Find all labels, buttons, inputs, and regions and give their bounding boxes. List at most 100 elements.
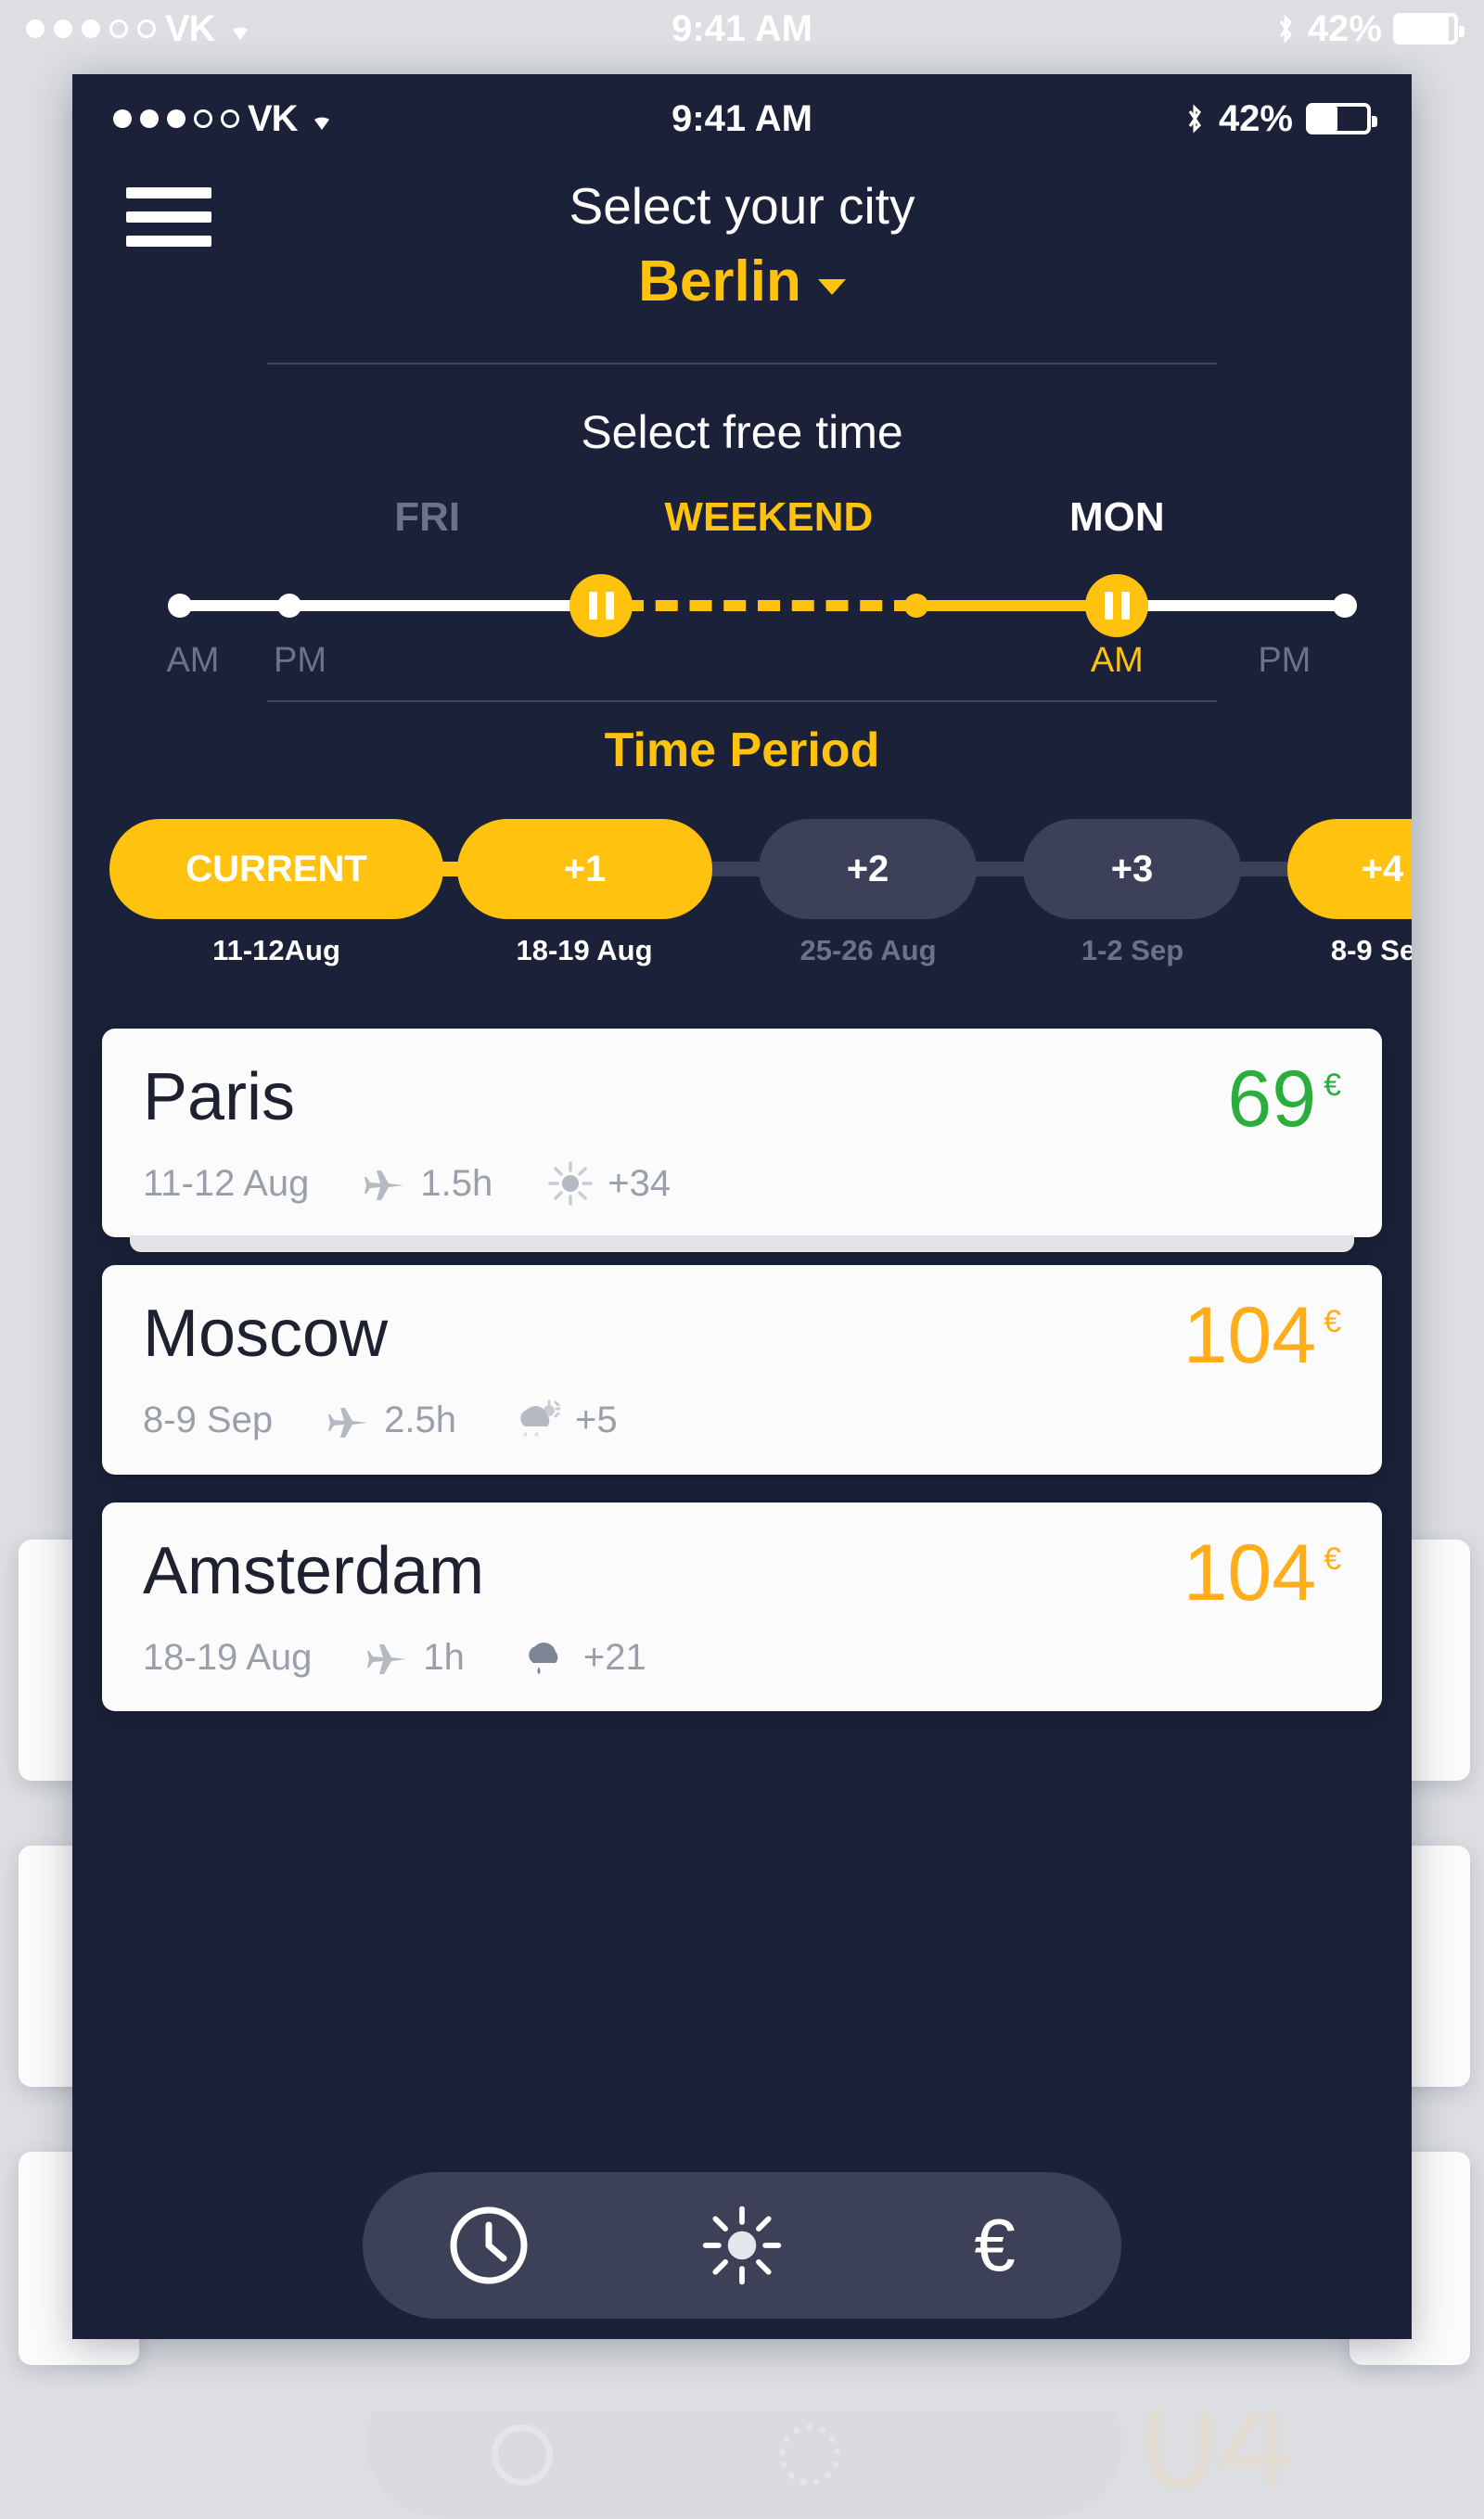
time-period-date-plus3: 1-2 Sep (1081, 934, 1184, 966)
ampm-label-left-pm: PM (273, 641, 326, 680)
card-top-row: Amsterdam 104 € (143, 1528, 1341, 1618)
signal-dot (26, 19, 45, 38)
battery-icon (1306, 103, 1377, 134)
bottom-toolbar: € (363, 2172, 1121, 2319)
destination-price: 104 (1183, 1291, 1317, 1381)
euro-icon: € (974, 2204, 1016, 2286)
slider-tick[interactable] (276, 594, 301, 618)
time-period-pill-plus4[interactable]: +4 (1287, 819, 1412, 919)
card-top-row: Paris 69 € (143, 1059, 1341, 1139)
time-period-title: Time Period (604, 723, 880, 777)
rain-cloud-icon (520, 1635, 569, 1680)
flight-duration: 2.5h (384, 1400, 456, 1441)
clock-icon (446, 2203, 531, 2288)
page-title: Select your city (569, 177, 915, 235)
slider-handle-start[interactable] (569, 574, 633, 637)
carrier-label: VK (248, 97, 299, 139)
slider-tick[interactable] (1332, 594, 1357, 618)
destination-city: Moscow (143, 1297, 389, 1372)
free-time-title: Select free time (581, 406, 903, 458)
wifi-icon (224, 17, 256, 41)
signal-dot (137, 19, 156, 38)
app-header: Select your city Berlin (72, 163, 1412, 314)
flight-duration: 1h (423, 1636, 465, 1678)
weather-group: +21 (520, 1635, 646, 1680)
ampm-label-right-am: AM (1090, 641, 1144, 680)
battery-percent-label: 42% (1218, 97, 1293, 139)
time-period-pill-current[interactable]: CURRENT (109, 819, 443, 919)
slider-tick[interactable] (167, 594, 192, 618)
chevron-down-icon (817, 279, 846, 295)
background-faded-strip: 04 (130, 2411, 1354, 2519)
divider (267, 700, 1217, 702)
destination-dates: 11-12 Aug (143, 1162, 310, 1204)
svg-text:*: * (534, 1429, 539, 1443)
currency-symbol: € (1324, 1304, 1341, 1340)
temperature: +34 (608, 1162, 672, 1204)
flight-duration-group: 1.5h (365, 1163, 493, 1205)
currency-symbol: € (1324, 1541, 1341, 1577)
slider-segment-right (1117, 600, 1345, 611)
time-period-date-row: 11-12Aug 18-19 Aug 25-26 Aug 1-2 Sep 8-9… (109, 934, 1412, 980)
destination-card[interactable]: Amsterdam 104 € 18-19 Aug 1h +21 (102, 1502, 1382, 1712)
time-period-pills[interactable]: CURRENT +1 +2 +3 +4 (109, 819, 1412, 919)
time-period-date-plus4: 8-9 Sep (1330, 934, 1412, 966)
slider-tick[interactable] (903, 594, 928, 618)
day-label-mon: MON (1068, 494, 1165, 540)
sort-by-price-button[interactable]: € (943, 2193, 1047, 2297)
time-period-pill-plus2[interactable]: +2 (759, 819, 977, 919)
sun-icon (548, 1161, 594, 1207)
ampm-label-left-am: AM (166, 641, 220, 680)
sun-icon (702, 2206, 782, 2285)
bluetooth-icon (1274, 13, 1297, 45)
slider-segment-left (179, 600, 608, 611)
pill-connector (708, 862, 763, 876)
day-label-weekend: WEEKEND (664, 494, 874, 540)
signal-dot (167, 109, 186, 128)
signal-dot (82, 19, 100, 38)
ghost-toolbar (366, 2411, 1122, 2517)
destination-city: Paris (143, 1060, 296, 1134)
bluetooth-icon (1183, 103, 1206, 134)
destination-city: Amsterdam (143, 1533, 485, 1608)
card-meta-row: 18-19 Aug 1h +21 (143, 1635, 1341, 1680)
slider-handle-end[interactable] (1085, 574, 1149, 637)
signal-dot (221, 109, 239, 128)
ghost-price: 04 (1141, 2411, 1296, 2517)
hamburger-menu-icon[interactable] (126, 187, 211, 247)
temperature: +21 (582, 1636, 646, 1678)
ampm-label-row: AM PM AM PM (72, 641, 1412, 687)
carrier-label: VK (165, 7, 216, 49)
time-period-pill-plus3[interactable]: +3 (1023, 819, 1241, 919)
flight-duration: 1.5h (420, 1162, 493, 1204)
temperature: +5 (574, 1400, 618, 1441)
destination-card[interactable]: Moscow 104 € 8-9 Sep 2.5h * * +5 (102, 1265, 1382, 1475)
city-selector[interactable]: Berlin (72, 249, 1412, 314)
flight-duration-group: 1h (367, 1637, 465, 1679)
app-status-bar: VK 9:41 AM 42% (72, 74, 1412, 163)
airplane-icon (365, 1165, 405, 1202)
flight-duration-group: 2.5h (328, 1400, 456, 1441)
weather-group: * * +5 (512, 1399, 618, 1443)
destination-dates: 18-19 Aug (143, 1636, 313, 1678)
slider-segment-dashed (621, 600, 916, 611)
slider-track[interactable] (72, 574, 1412, 637)
ghost-sun-icon (779, 2424, 840, 2486)
airplane-icon (367, 1639, 408, 1676)
signal-dot (194, 109, 212, 128)
time-period-pill-plus1[interactable]: +1 (457, 819, 712, 919)
destination-price-group: 104 € (1183, 1291, 1341, 1381)
destination-dates: 8-9 Sep (143, 1400, 274, 1441)
free-time-slider[interactable]: FRI WEEKEND MON AM PM AM PM (72, 459, 1412, 700)
pill-connector (972, 862, 1028, 876)
weather-group: +34 (548, 1161, 672, 1207)
page-root: VK 9:41 AM 42% 04 VK 9:41 AM 42% Select … (0, 0, 1484, 2519)
sort-by-time-button[interactable] (437, 2193, 541, 2297)
destination-card[interactable]: Paris 69 € 11-12 Aug 1.5h +34 (102, 1029, 1382, 1253)
destination-price: 104 (1183, 1528, 1317, 1618)
page-status-left: VK (26, 8, 256, 50)
sort-by-weather-button[interactable] (690, 2193, 794, 2297)
time-period-date-plus2: 25-26 Aug (800, 934, 937, 966)
battery-percent-label: 42% (1307, 7, 1382, 49)
destination-price-group: 69 € (1227, 1059, 1341, 1139)
